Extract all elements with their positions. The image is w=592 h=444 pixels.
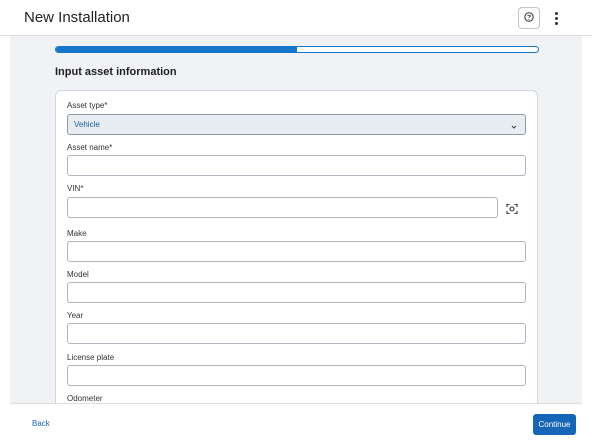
progress-bar — [55, 46, 539, 53]
continue-button[interactable]: Continue — [533, 414, 576, 435]
year-label: Year — [67, 311, 84, 320]
back-button[interactable]: Back — [32, 419, 50, 428]
footer-bar: Back Continue — [10, 403, 582, 444]
help-button[interactable] — [518, 7, 540, 29]
more-options-button[interactable] — [549, 8, 563, 28]
main-content[interactable]: Input asset information Asset type* Vehi… — [10, 36, 582, 403]
asset-type-select[interactable]: Vehicle — [67, 114, 526, 135]
scan-icon — [506, 202, 518, 220]
vin-input[interactable] — [68, 198, 497, 218]
asset-name-field[interactable] — [67, 155, 526, 176]
vin-field[interactable] — [67, 197, 498, 218]
scan-vin-button[interactable] — [505, 202, 519, 220]
make-field[interactable] — [67, 241, 526, 262]
asset-type-label: Asset type* — [67, 101, 108, 110]
more-vertical-icon — [554, 11, 558, 15]
year-field[interactable] — [67, 323, 526, 344]
section-title: Input asset information — [55, 66, 177, 78]
vin-label: VIN* — [67, 184, 84, 193]
asset-form-card: Asset type* Vehicle Asset name* VIN* Mak… — [55, 90, 538, 403]
progress-bar-fill — [56, 47, 297, 52]
model-label: Model — [67, 270, 89, 279]
app-header: New Installation — [0, 0, 592, 36]
asset-name-label: Asset name* — [67, 143, 113, 152]
asset-name-input[interactable] — [68, 156, 525, 176]
make-input[interactable] — [68, 242, 525, 262]
help-circle-icon — [524, 9, 534, 27]
year-input[interactable] — [68, 324, 525, 344]
make-label: Make — [67, 229, 87, 238]
chevron-down-icon — [509, 119, 519, 137]
license-plate-field[interactable] — [67, 365, 526, 386]
model-field[interactable] — [67, 282, 526, 303]
license-plate-label: License plate — [67, 353, 115, 362]
page-title: New Installation — [24, 9, 130, 26]
model-input[interactable] — [68, 283, 525, 303]
license-plate-input[interactable] — [68, 366, 525, 386]
odometer-label: Odometer — [67, 394, 103, 403]
asset-type-value: Vehicle — [74, 120, 100, 129]
